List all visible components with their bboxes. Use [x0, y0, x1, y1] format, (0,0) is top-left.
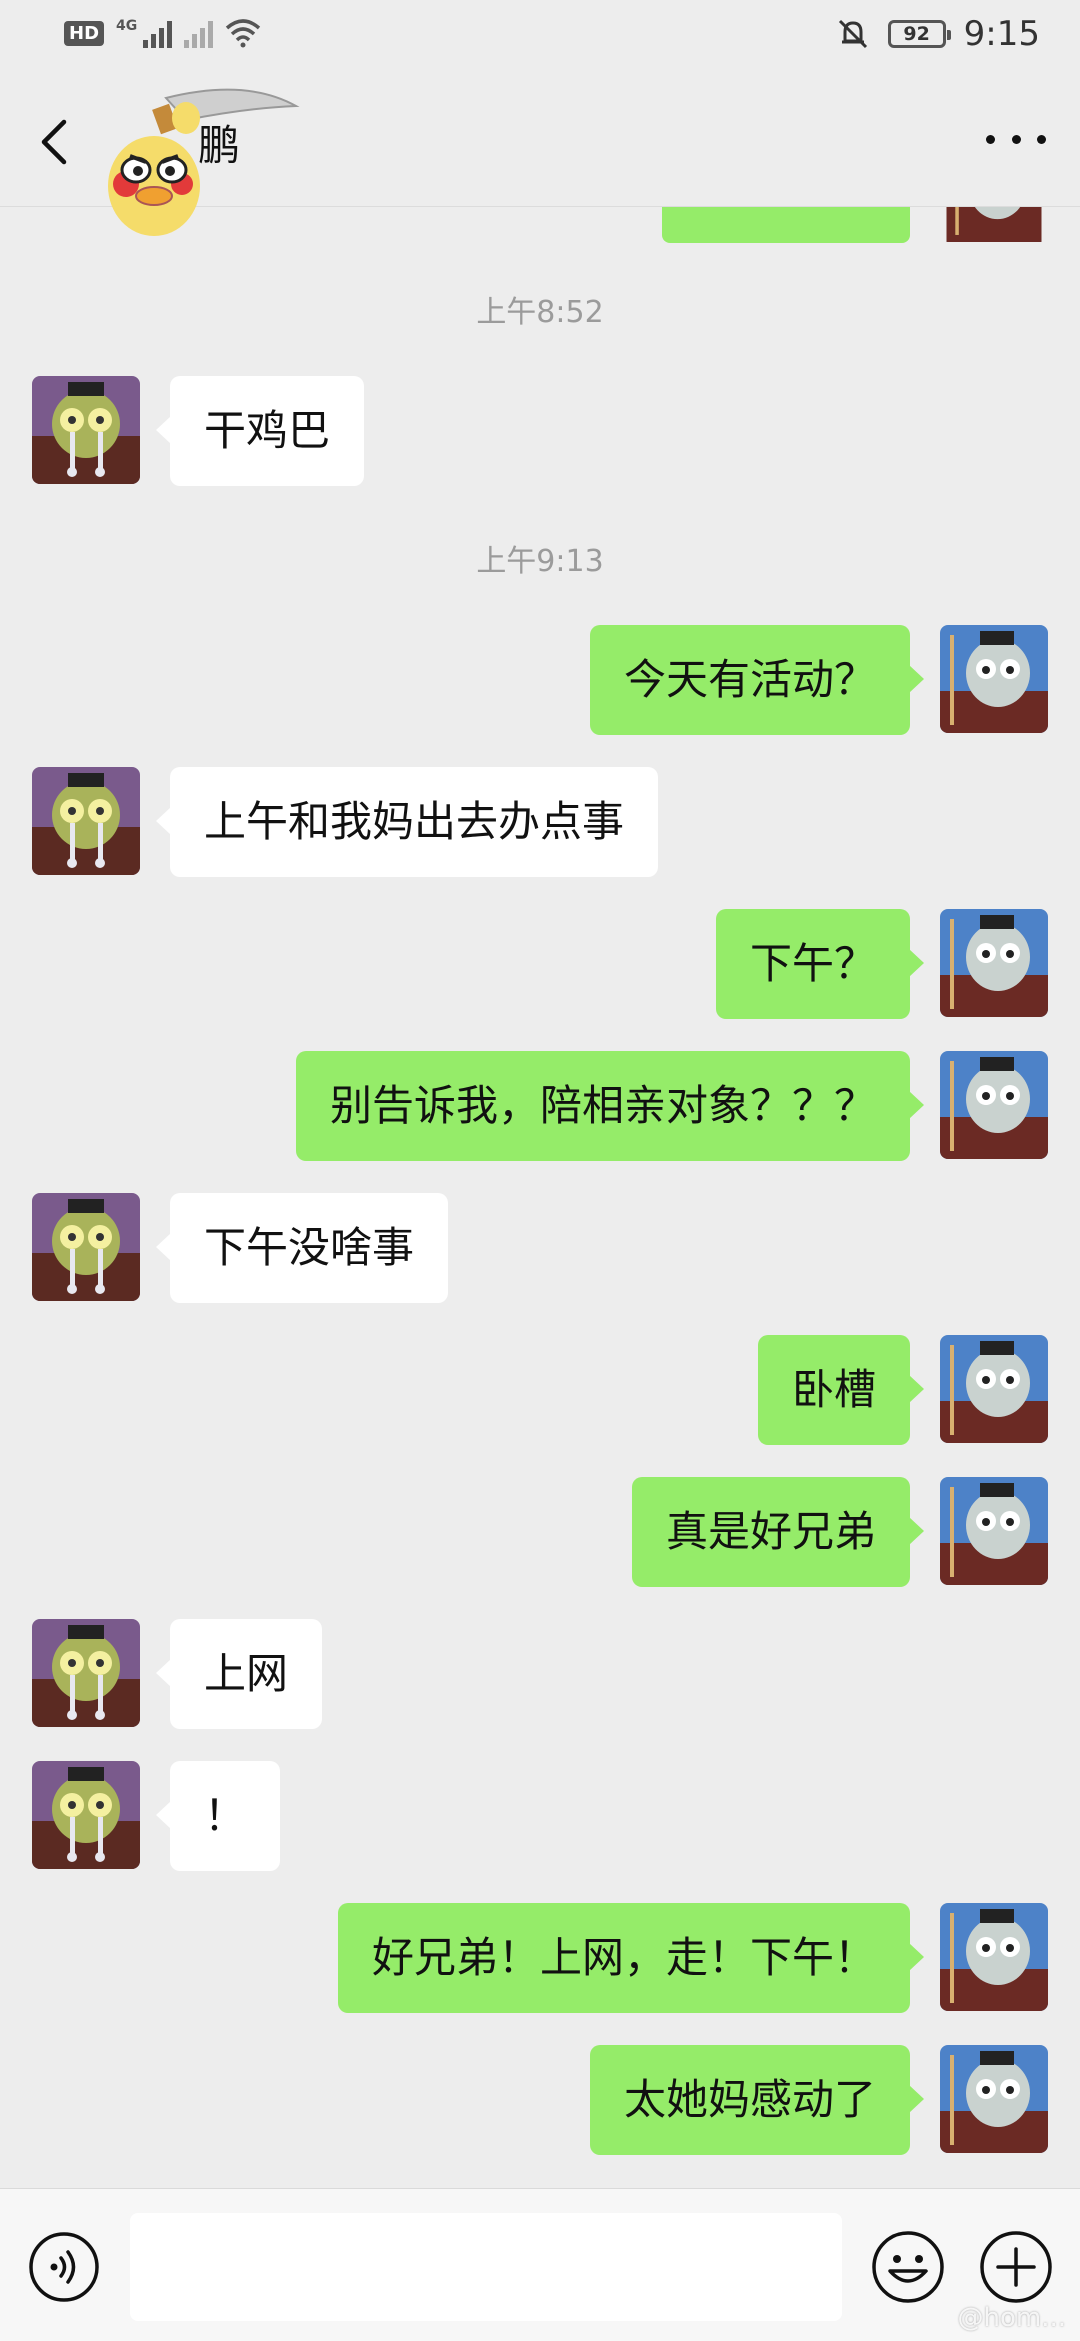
message-bubble[interactable]: 上网 [155, 1619, 323, 1729]
message-bubble[interactable]: 别告诉我，陪相亲对象？？？ [295, 1051, 925, 1161]
plus-icon[interactable] [978, 2229, 1054, 2305]
network-type-label: 4G [116, 18, 138, 34]
my-avatar[interactable] [940, 2045, 1048, 2153]
message-bubble[interactable]: 卧槽 [757, 1335, 925, 1445]
message-input[interactable] [130, 2213, 842, 2321]
message-bubble[interactable]: 下午？ [715, 909, 925, 1019]
contact-avatar[interactable] [32, 1761, 140, 1869]
message-bubble[interactable]: 干鸡巴 [155, 376, 365, 486]
my-avatar[interactable] [940, 207, 1048, 242]
duck-sticker-image [108, 88, 300, 236]
contact-avatar[interactable] [32, 1193, 140, 1301]
message-bubble[interactable]: 上午和我妈出去办点事 [155, 767, 659, 877]
contact-avatar[interactable] [32, 767, 140, 875]
wifi-icon [226, 19, 261, 48]
input-bar: @hom... [0, 2188, 1080, 2341]
timestamp: 上午8:52 [476, 295, 604, 330]
timestamp: 上午9:13 [476, 544, 604, 579]
contact-avatar[interactable] [32, 376, 140, 484]
message-bubble[interactable]: 真是好兄弟 [631, 1477, 925, 1587]
message-row: 上午和我妈出去办点事 [0, 767, 1080, 877]
message-row: 干鸡巴 [0, 376, 1080, 486]
status-bar: HD 4G 92 9:15 [0, 0, 1080, 72]
message-row: 下午？ [0, 909, 1080, 1019]
my-avatar[interactable] [940, 625, 1048, 733]
message-bubble[interactable]: 太她妈感动了 [589, 2045, 925, 2155]
my-avatar[interactable] [940, 909, 1048, 1017]
message-row: 卧槽 [0, 1335, 1080, 1445]
my-avatar[interactable] [940, 1903, 1048, 2011]
message-bubble-partial[interactable] [662, 207, 910, 243]
watermark: @hom... [957, 2303, 1066, 2333]
clock: 9:15 [963, 14, 1040, 54]
more-dots-icon[interactable] [986, 127, 1046, 151]
message-bubble[interactable]: 下午没啥事 [155, 1193, 449, 1303]
message-row: 上网 [0, 1619, 1080, 1729]
bell-muted-icon [838, 19, 867, 49]
message-bubble[interactable]: ！ [155, 1761, 281, 1871]
battery-icon: 92 [887, 20, 951, 48]
message-row: 太她妈感动了 [0, 2045, 1080, 2155]
message-row: 别告诉我，陪相亲对象？？？ [0, 1051, 1080, 1161]
emoji-icon[interactable] [870, 2229, 946, 2305]
message-row: 真是好兄弟 [0, 1477, 1080, 1587]
cell-signal-2-icon [184, 18, 214, 48]
message-bubble[interactable]: 好兄弟！上网，走！下午！ [337, 1903, 925, 2013]
message-row: 今天有活动？ [0, 625, 1080, 735]
message-row: 好兄弟！上网，走！下午！ [0, 1903, 1080, 2013]
hd-badge: HD [64, 20, 105, 46]
message-bubble[interactable]: 今天有活动？ [589, 625, 925, 735]
my-avatar[interactable] [940, 1477, 1048, 1585]
battery-level: 92 [903, 23, 930, 45]
message-row: 下午没啥事 [0, 1193, 1080, 1303]
contact-avatar[interactable] [32, 1619, 140, 1727]
chevron-left-icon[interactable] [30, 112, 80, 172]
voice-icon[interactable] [28, 2231, 100, 2303]
my-avatar[interactable] [940, 1051, 1048, 1159]
message-row: ！ [0, 1761, 1080, 1871]
message-list[interactable]: 上午8:52 干鸡巴 上午9:13 今天有活动？ 上午和我妈出去办点事 下午？ … [0, 207, 1080, 2187]
my-avatar[interactable] [940, 1335, 1048, 1443]
cell-signal-icon [143, 18, 173, 48]
